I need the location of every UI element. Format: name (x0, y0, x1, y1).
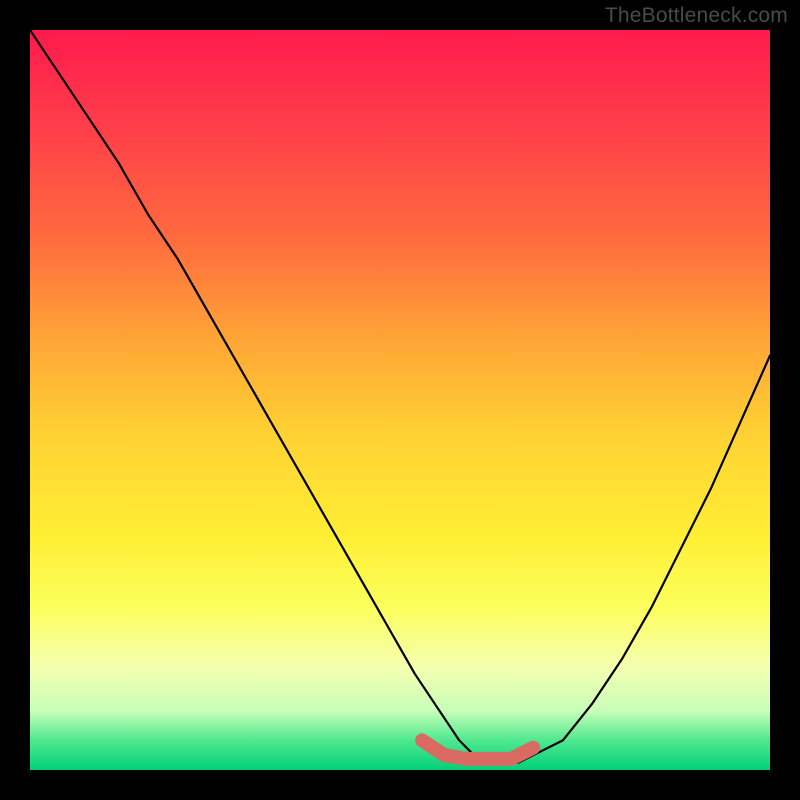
watermark-text: TheBottleneck.com (605, 4, 788, 28)
optimal-region-highlight (422, 740, 533, 759)
curve-svg (30, 30, 770, 770)
bottleneck-curve (30, 30, 770, 763)
plot-area (30, 30, 770, 770)
chart-frame: TheBottleneck.com (0, 0, 800, 800)
